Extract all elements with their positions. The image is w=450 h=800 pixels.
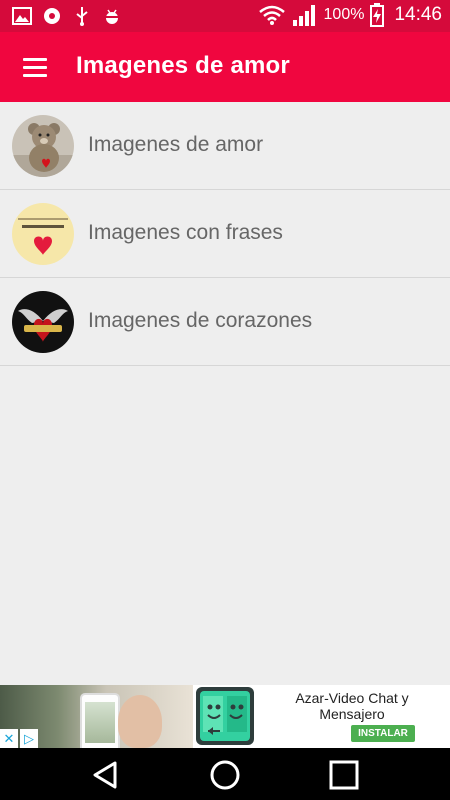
close-icon[interactable]: ✕ [0, 729, 18, 748]
category-list: Imagenes de amor Imagenes con frases Ima… [0, 102, 450, 366]
hamburger-menu-icon[interactable] [16, 51, 54, 83]
list-item-label: Imagenes de amor [88, 133, 264, 156]
home-icon[interactable] [208, 758, 242, 792]
adchoices-icon[interactable]: ▷ [20, 729, 38, 748]
navigation-bar [0, 748, 450, 800]
list-item[interactable]: Imagenes de corazones [0, 278, 450, 366]
status-right-icons: 100% 14:46 [258, 3, 442, 27]
recents-icon[interactable] [327, 758, 361, 792]
ad-banner[interactable]: ✕ ▷ Azar-Video Chat y Mensajero INSTALAR [0, 685, 450, 748]
usb-icon [72, 6, 92, 26]
app-bar: Imagenes de amor [0, 32, 450, 102]
list-item-label: Imagenes con frases [88, 221, 283, 244]
quote-heart-image [12, 203, 74, 265]
azar-app-icon [196, 687, 254, 745]
install-button[interactable]: INSTALAR [351, 725, 415, 742]
ad-info-icons[interactable]: ✕ ▷ [0, 729, 38, 748]
wifi-icon [258, 5, 286, 25]
clock: 14:46 [394, 4, 442, 25]
gallery-icon [12, 6, 32, 26]
status-left-icons [12, 6, 122, 26]
status-bar: 100% 14:46 [0, 0, 450, 32]
page-title: Imagenes de amor [76, 52, 290, 79]
list-item[interactable]: Imagenes con frases [0, 190, 450, 278]
android-debug-icon [102, 6, 122, 26]
battery-charging-icon [370, 3, 385, 27]
list-item[interactable]: Imagenes de amor [0, 102, 450, 190]
list-item-label: Imagenes de corazones [88, 309, 313, 332]
winged-heart-image [12, 291, 74, 353]
teddy-bear-heart-image [12, 115, 74, 177]
signal-icon [292, 5, 318, 26]
back-icon[interactable] [88, 758, 122, 792]
ad-app-name: Azar-Video Chat y Mensajero [295, 690, 409, 722]
sync-icon [42, 6, 62, 26]
battery-percentage: 100% [323, 6, 365, 23]
